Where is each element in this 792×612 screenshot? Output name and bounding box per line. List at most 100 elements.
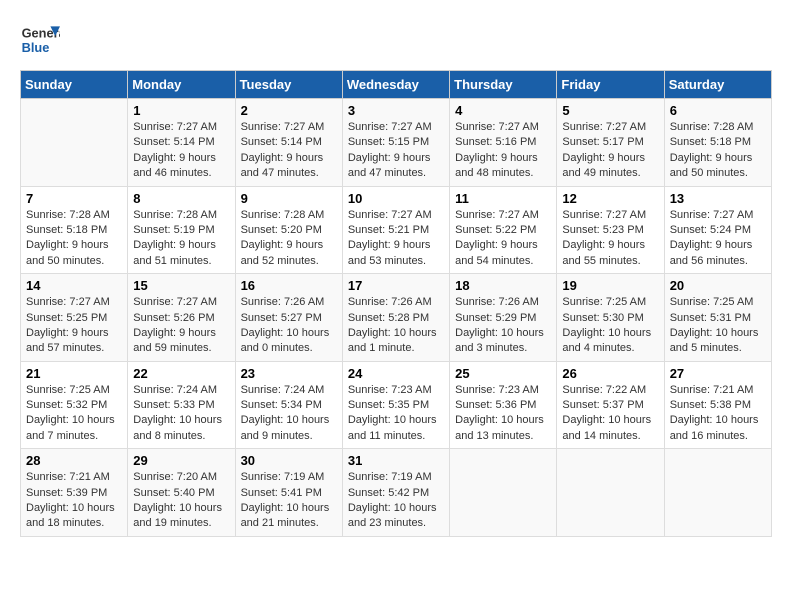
day-number: 14 bbox=[26, 278, 122, 293]
calendar-cell bbox=[21, 99, 128, 187]
cell-content: Sunrise: 7:21 AM Sunset: 5:38 PM Dayligh… bbox=[670, 383, 766, 445]
day-number: 29 bbox=[133, 453, 229, 468]
day-number: 21 bbox=[26, 366, 122, 381]
cell-content: Sunrise: 7:27 AM Sunset: 5:17 PM Dayligh… bbox=[562, 120, 658, 182]
day-number: 16 bbox=[241, 278, 337, 293]
cell-content: Sunrise: 7:28 AM Sunset: 5:19 PM Dayligh… bbox=[133, 208, 229, 270]
calendar-cell: 25 Sunrise: 7:23 AM Sunset: 5:36 PM Dayli… bbox=[450, 361, 557, 449]
cell-content: Sunrise: 7:23 AM Sunset: 5:35 PM Dayligh… bbox=[348, 383, 444, 445]
calendar-cell: 16 Sunrise: 7:26 AM Sunset: 5:27 PM Dayli… bbox=[235, 274, 342, 362]
day-number: 12 bbox=[562, 191, 658, 206]
calendar-cell: 17 Sunrise: 7:26 AM Sunset: 5:28 PM Dayli… bbox=[342, 274, 449, 362]
day-number: 13 bbox=[670, 191, 766, 206]
day-number: 25 bbox=[455, 366, 551, 381]
calendar-table: SundayMondayTuesdayWednesdayThursdayFrid… bbox=[20, 70, 772, 537]
day-number: 26 bbox=[562, 366, 658, 381]
cell-content: Sunrise: 7:26 AM Sunset: 5:27 PM Dayligh… bbox=[241, 295, 337, 357]
day-number: 6 bbox=[670, 103, 766, 118]
day-number: 19 bbox=[562, 278, 658, 293]
calendar-cell: 6 Sunrise: 7:28 AM Sunset: 5:18 PM Daylig… bbox=[664, 99, 771, 187]
calendar-week-2: 7 Sunrise: 7:28 AM Sunset: 5:18 PM Daylig… bbox=[21, 186, 772, 274]
cell-content: Sunrise: 7:28 AM Sunset: 5:18 PM Dayligh… bbox=[670, 120, 766, 182]
cell-content: Sunrise: 7:27 AM Sunset: 5:25 PM Dayligh… bbox=[26, 295, 122, 357]
logo-icon: General Blue bbox=[20, 20, 60, 60]
calendar-cell: 8 Sunrise: 7:28 AM Sunset: 5:19 PM Daylig… bbox=[128, 186, 235, 274]
day-number: 22 bbox=[133, 366, 229, 381]
calendar-cell: 3 Sunrise: 7:27 AM Sunset: 5:15 PM Daylig… bbox=[342, 99, 449, 187]
cell-content: Sunrise: 7:27 AM Sunset: 5:14 PM Dayligh… bbox=[241, 120, 337, 182]
cell-content: Sunrise: 7:21 AM Sunset: 5:39 PM Dayligh… bbox=[26, 470, 122, 532]
cell-content: Sunrise: 7:26 AM Sunset: 5:28 PM Dayligh… bbox=[348, 295, 444, 357]
cell-content: Sunrise: 7:28 AM Sunset: 5:20 PM Dayligh… bbox=[241, 208, 337, 270]
svg-text:Blue: Blue bbox=[22, 40, 50, 55]
day-number: 24 bbox=[348, 366, 444, 381]
cell-content: Sunrise: 7:25 AM Sunset: 5:30 PM Dayligh… bbox=[562, 295, 658, 357]
calendar-cell: 7 Sunrise: 7:28 AM Sunset: 5:18 PM Daylig… bbox=[21, 186, 128, 274]
day-number: 27 bbox=[670, 366, 766, 381]
cell-content: Sunrise: 7:25 AM Sunset: 5:31 PM Dayligh… bbox=[670, 295, 766, 357]
logo: General Blue bbox=[20, 20, 60, 60]
day-number: 17 bbox=[348, 278, 444, 293]
cell-content: Sunrise: 7:27 AM Sunset: 5:23 PM Dayligh… bbox=[562, 208, 658, 270]
calendar-cell: 28 Sunrise: 7:21 AM Sunset: 5:39 PM Dayli… bbox=[21, 449, 128, 537]
calendar-cell: 5 Sunrise: 7:27 AM Sunset: 5:17 PM Daylig… bbox=[557, 99, 664, 187]
calendar-header-row: SundayMondayTuesdayWednesdayThursdayFrid… bbox=[21, 71, 772, 99]
cell-content: Sunrise: 7:19 AM Sunset: 5:41 PM Dayligh… bbox=[241, 470, 337, 532]
cell-content: Sunrise: 7:27 AM Sunset: 5:26 PM Dayligh… bbox=[133, 295, 229, 357]
calendar-cell: 24 Sunrise: 7:23 AM Sunset: 5:35 PM Dayli… bbox=[342, 361, 449, 449]
day-number: 1 bbox=[133, 103, 229, 118]
cell-content: Sunrise: 7:26 AM Sunset: 5:29 PM Dayligh… bbox=[455, 295, 551, 357]
calendar-cell: 19 Sunrise: 7:25 AM Sunset: 5:30 PM Dayli… bbox=[557, 274, 664, 362]
day-number: 11 bbox=[455, 191, 551, 206]
day-number: 10 bbox=[348, 191, 444, 206]
calendar-cell: 23Sunrise: 7:24 AM Sunset: 5:34 PM Dayli… bbox=[235, 361, 342, 449]
cell-content: Sunrise: 7:27 AM Sunset: 5:21 PM Dayligh… bbox=[348, 208, 444, 270]
calendar-cell bbox=[450, 449, 557, 537]
calendar-cell: 26 Sunrise: 7:22 AM Sunset: 5:37 PM Dayli… bbox=[557, 361, 664, 449]
calendar-cell: 20 Sunrise: 7:25 AM Sunset: 5:31 PM Dayli… bbox=[664, 274, 771, 362]
calendar-week-1: 1 Sunrise: 7:27 AM Sunset: 5:14 PM Daylig… bbox=[21, 99, 772, 187]
calendar-week-4: 21Sunrise: 7:25 AM Sunset: 5:32 PM Dayli… bbox=[21, 361, 772, 449]
cell-content: Sunrise: 7:27 AM Sunset: 5:15 PM Dayligh… bbox=[348, 120, 444, 182]
calendar-cell: 4Sunrise: 7:27 AM Sunset: 5:16 PM Daylig… bbox=[450, 99, 557, 187]
calendar-week-3: 14 Sunrise: 7:27 AM Sunset: 5:25 PM Dayli… bbox=[21, 274, 772, 362]
day-number: 28 bbox=[26, 453, 122, 468]
header-day-wednesday: Wednesday bbox=[342, 71, 449, 99]
day-number: 8 bbox=[133, 191, 229, 206]
calendar-cell: 10 Sunrise: 7:27 AM Sunset: 5:21 PM Dayli… bbox=[342, 186, 449, 274]
calendar-cell: 14 Sunrise: 7:27 AM Sunset: 5:25 PM Dayli… bbox=[21, 274, 128, 362]
day-number: 31 bbox=[348, 453, 444, 468]
cell-content: Sunrise: 7:23 AM Sunset: 5:36 PM Dayligh… bbox=[455, 383, 551, 445]
day-number: 5 bbox=[562, 103, 658, 118]
cell-content: Sunrise: 7:24 AM Sunset: 5:34 PM Dayligh… bbox=[241, 383, 337, 445]
cell-content: Sunrise: 7:28 AM Sunset: 5:18 PM Dayligh… bbox=[26, 208, 122, 270]
cell-content: Sunrise: 7:27 AM Sunset: 5:24 PM Dayligh… bbox=[670, 208, 766, 270]
header-day-monday: Monday bbox=[128, 71, 235, 99]
calendar-cell: 21Sunrise: 7:25 AM Sunset: 5:32 PM Dayli… bbox=[21, 361, 128, 449]
day-number: 7 bbox=[26, 191, 122, 206]
cell-content: Sunrise: 7:24 AM Sunset: 5:33 PM Dayligh… bbox=[133, 383, 229, 445]
header-day-friday: Friday bbox=[557, 71, 664, 99]
day-number: 3 bbox=[348, 103, 444, 118]
cell-content: Sunrise: 7:27 AM Sunset: 5:22 PM Dayligh… bbox=[455, 208, 551, 270]
header-day-saturday: Saturday bbox=[664, 71, 771, 99]
calendar-cell: 31 Sunrise: 7:19 AM Sunset: 5:42 PM Dayli… bbox=[342, 449, 449, 537]
day-number: 2 bbox=[241, 103, 337, 118]
header-day-sunday: Sunday bbox=[21, 71, 128, 99]
cell-content: Sunrise: 7:19 AM Sunset: 5:42 PM Dayligh… bbox=[348, 470, 444, 532]
day-number: 15 bbox=[133, 278, 229, 293]
calendar-cell: 2 Sunrise: 7:27 AM Sunset: 5:14 PM Daylig… bbox=[235, 99, 342, 187]
calendar-cell: 30 Sunrise: 7:19 AM Sunset: 5:41 PM Dayli… bbox=[235, 449, 342, 537]
day-number: 4 bbox=[455, 103, 551, 118]
cell-content: Sunrise: 7:22 AM Sunset: 5:37 PM Dayligh… bbox=[562, 383, 658, 445]
calendar-cell: 13 Sunrise: 7:27 AM Sunset: 5:24 PM Dayli… bbox=[664, 186, 771, 274]
calendar-cell: 12 Sunrise: 7:27 AM Sunset: 5:23 PM Dayli… bbox=[557, 186, 664, 274]
day-number: 30 bbox=[241, 453, 337, 468]
calendar-cell: 29Sunrise: 7:20 AM Sunset: 5:40 PM Dayli… bbox=[128, 449, 235, 537]
calendar-week-5: 28 Sunrise: 7:21 AM Sunset: 5:39 PM Dayli… bbox=[21, 449, 772, 537]
day-number: 20 bbox=[670, 278, 766, 293]
header-day-thursday: Thursday bbox=[450, 71, 557, 99]
page-header: General Blue bbox=[20, 20, 772, 60]
calendar-cell: 1Sunrise: 7:27 AM Sunset: 5:14 PM Daylig… bbox=[128, 99, 235, 187]
calendar-cell bbox=[664, 449, 771, 537]
